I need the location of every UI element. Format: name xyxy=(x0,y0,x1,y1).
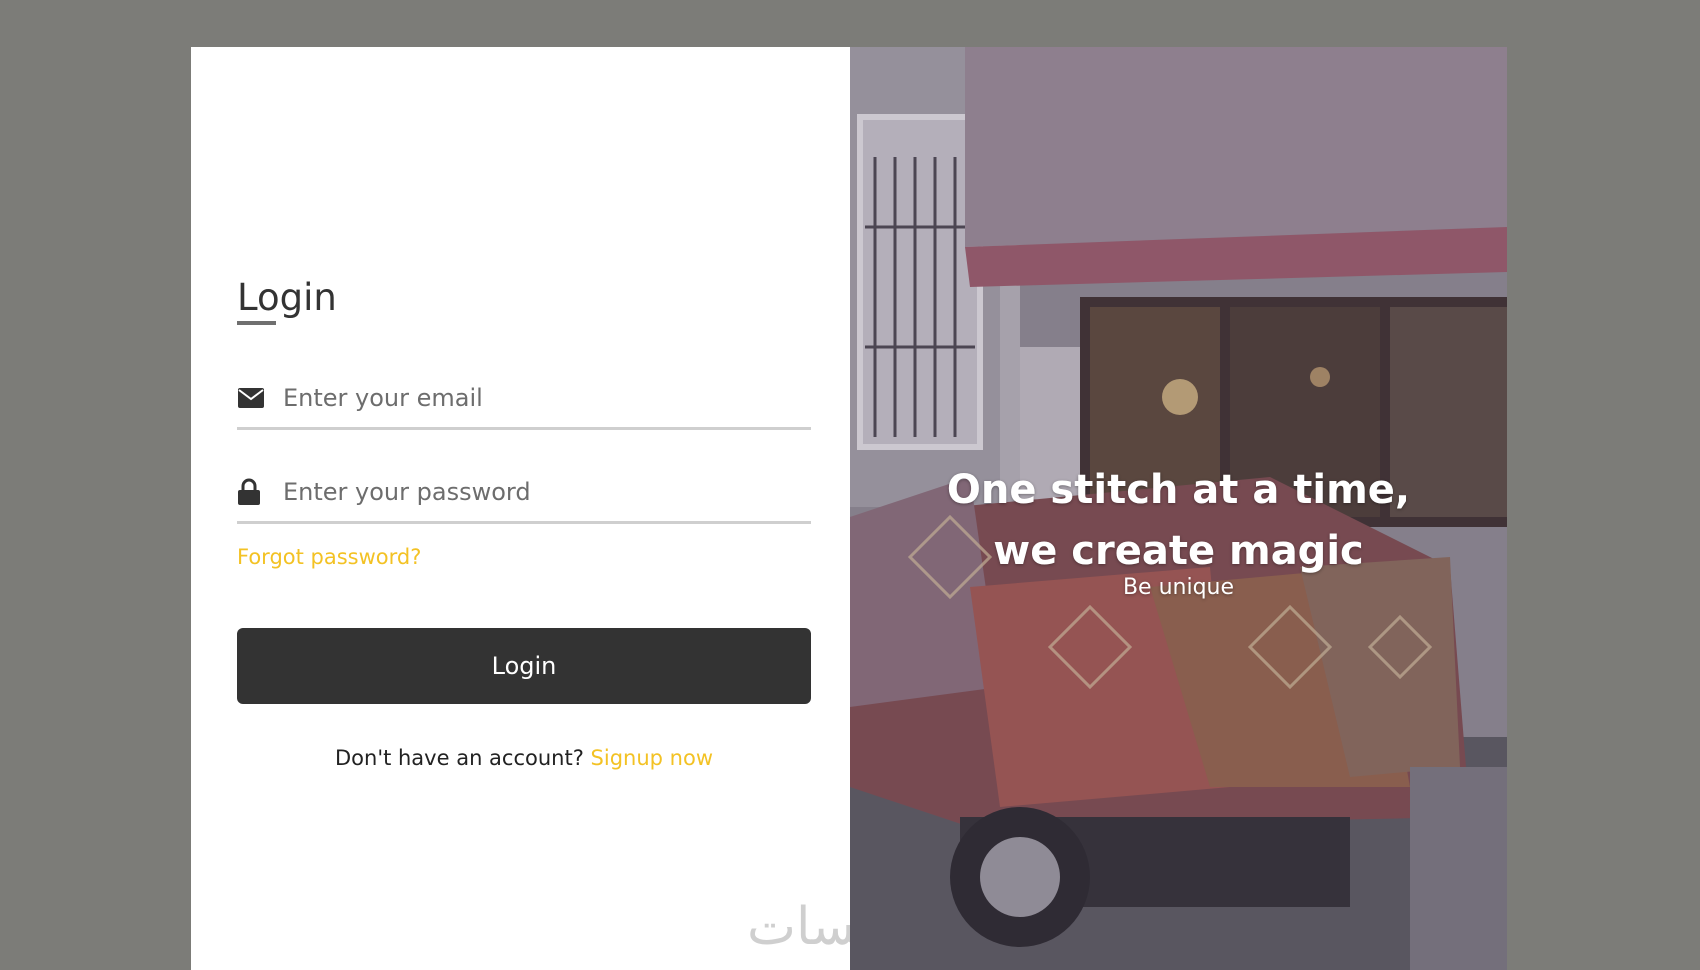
password-input[interactable] xyxy=(283,478,783,506)
login-button[interactable]: Login xyxy=(237,628,811,704)
login-card: Login Enter your email Forgot password? … xyxy=(191,47,1507,970)
email-field xyxy=(237,369,811,430)
signup-row: Don't have an account? Signup now xyxy=(237,746,811,770)
page-title: Login xyxy=(237,273,811,328)
login-panel: Login Enter your email Forgot password? … xyxy=(191,47,918,970)
signup-link[interactable]: Signup now xyxy=(591,746,713,770)
page-title-text: Login xyxy=(237,276,337,319)
hero-text: One stitch at a time, we create magic Be… xyxy=(850,460,1507,600)
hero-tagline: Be unique xyxy=(1122,575,1235,600)
signup-prompt: Don't have an account? xyxy=(334,746,584,770)
lock-icon xyxy=(237,477,267,507)
envelope-icon xyxy=(237,383,267,413)
hero-line-2: we create magic xyxy=(993,528,1364,574)
forgot-password-link[interactable]: Forgot password? xyxy=(237,545,421,569)
title-underline xyxy=(237,321,276,325)
login-form: Login Enter your email Forgot password? … xyxy=(237,273,811,770)
hero-image-panel: One stitch at a time, we create magic Be… xyxy=(850,47,1507,970)
hero-line-1: One stitch at a time, xyxy=(946,467,1411,513)
password-field xyxy=(237,463,811,524)
email-input[interactable] xyxy=(283,384,783,412)
